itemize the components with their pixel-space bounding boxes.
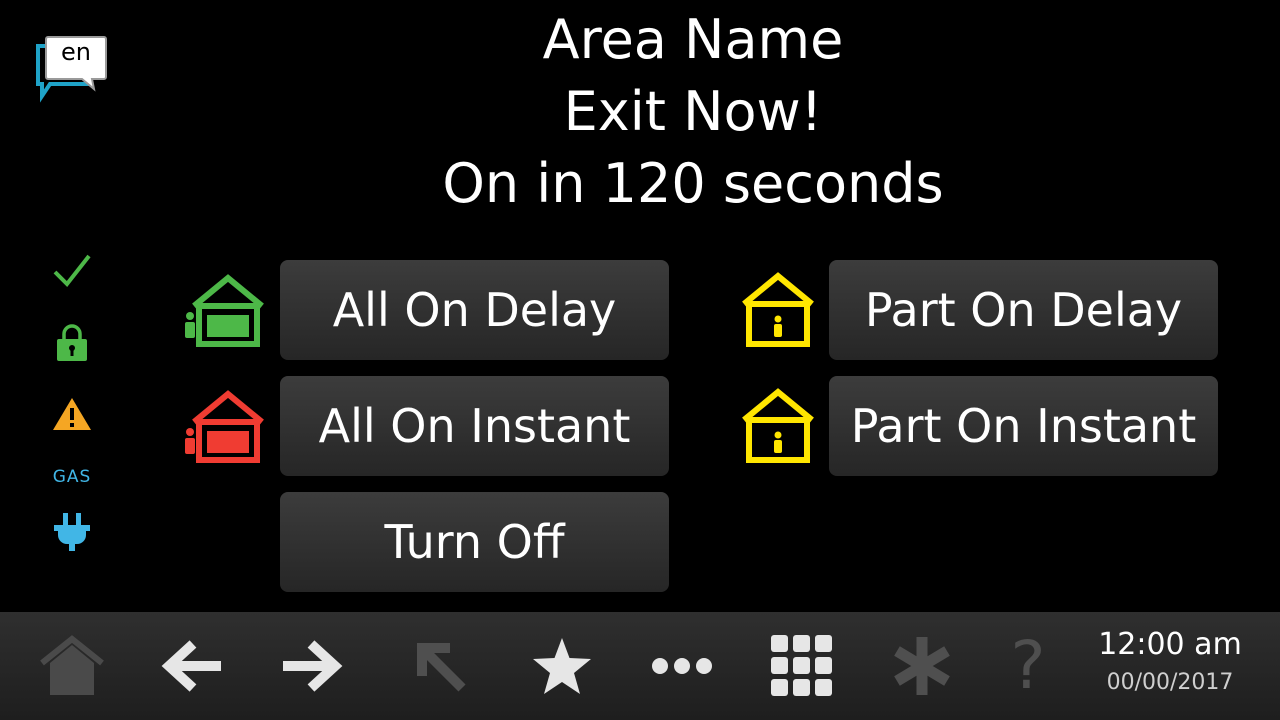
language-code: en	[61, 38, 91, 66]
forward-arrow-icon[interactable]	[272, 626, 352, 706]
exit-message: Exit Now!	[563, 80, 823, 143]
clock: 12:00 am 00/00/2017	[1090, 626, 1250, 702]
jump-arrow-icon[interactable]	[400, 626, 480, 706]
all-on-delay-house-icon	[185, 274, 264, 347]
asterisk-icon[interactable]	[882, 626, 962, 706]
clock-date: 00/00/2017	[1106, 670, 1234, 695]
header: Area Name Exit Now! On in 120 seconds	[380, 4, 1006, 220]
warning-icon[interactable]	[40, 392, 104, 436]
part-on-instant-button[interactable]: Part On Instant	[829, 376, 1218, 476]
power-plug-icon[interactable]	[40, 510, 104, 554]
star-icon[interactable]	[522, 626, 602, 706]
clock-time: 12:00 am	[1098, 627, 1242, 662]
help-icon[interactable]: ?	[988, 626, 1068, 706]
all-on-delay-button[interactable]: All On Delay	[280, 260, 669, 360]
more-icon[interactable]	[642, 626, 722, 706]
part-on-delay-house-icon	[742, 272, 814, 347]
taskbar: ? 12:00 am 00/00/2017	[0, 612, 1280, 720]
home-icon[interactable]	[32, 626, 112, 706]
lock-icon[interactable]	[40, 320, 104, 364]
gas-label[interactable]: GAS	[40, 462, 104, 492]
turn-off-button[interactable]: Turn Off	[280, 492, 669, 592]
back-arrow-icon[interactable]	[152, 626, 232, 706]
ready-check-icon[interactable]	[40, 248, 104, 292]
area-name: Area Name	[542, 8, 844, 71]
all-on-instant-house-icon	[185, 390, 264, 463]
all-on-instant-button[interactable]: All On Instant	[280, 376, 669, 476]
countdown-text: On in 120 seconds	[442, 152, 944, 215]
part-on-instant-house-icon	[742, 388, 814, 463]
part-on-delay-button[interactable]: Part On Delay	[829, 260, 1218, 360]
language-button[interactable]: en	[34, 34, 110, 104]
keypad-icon[interactable]	[762, 626, 842, 706]
